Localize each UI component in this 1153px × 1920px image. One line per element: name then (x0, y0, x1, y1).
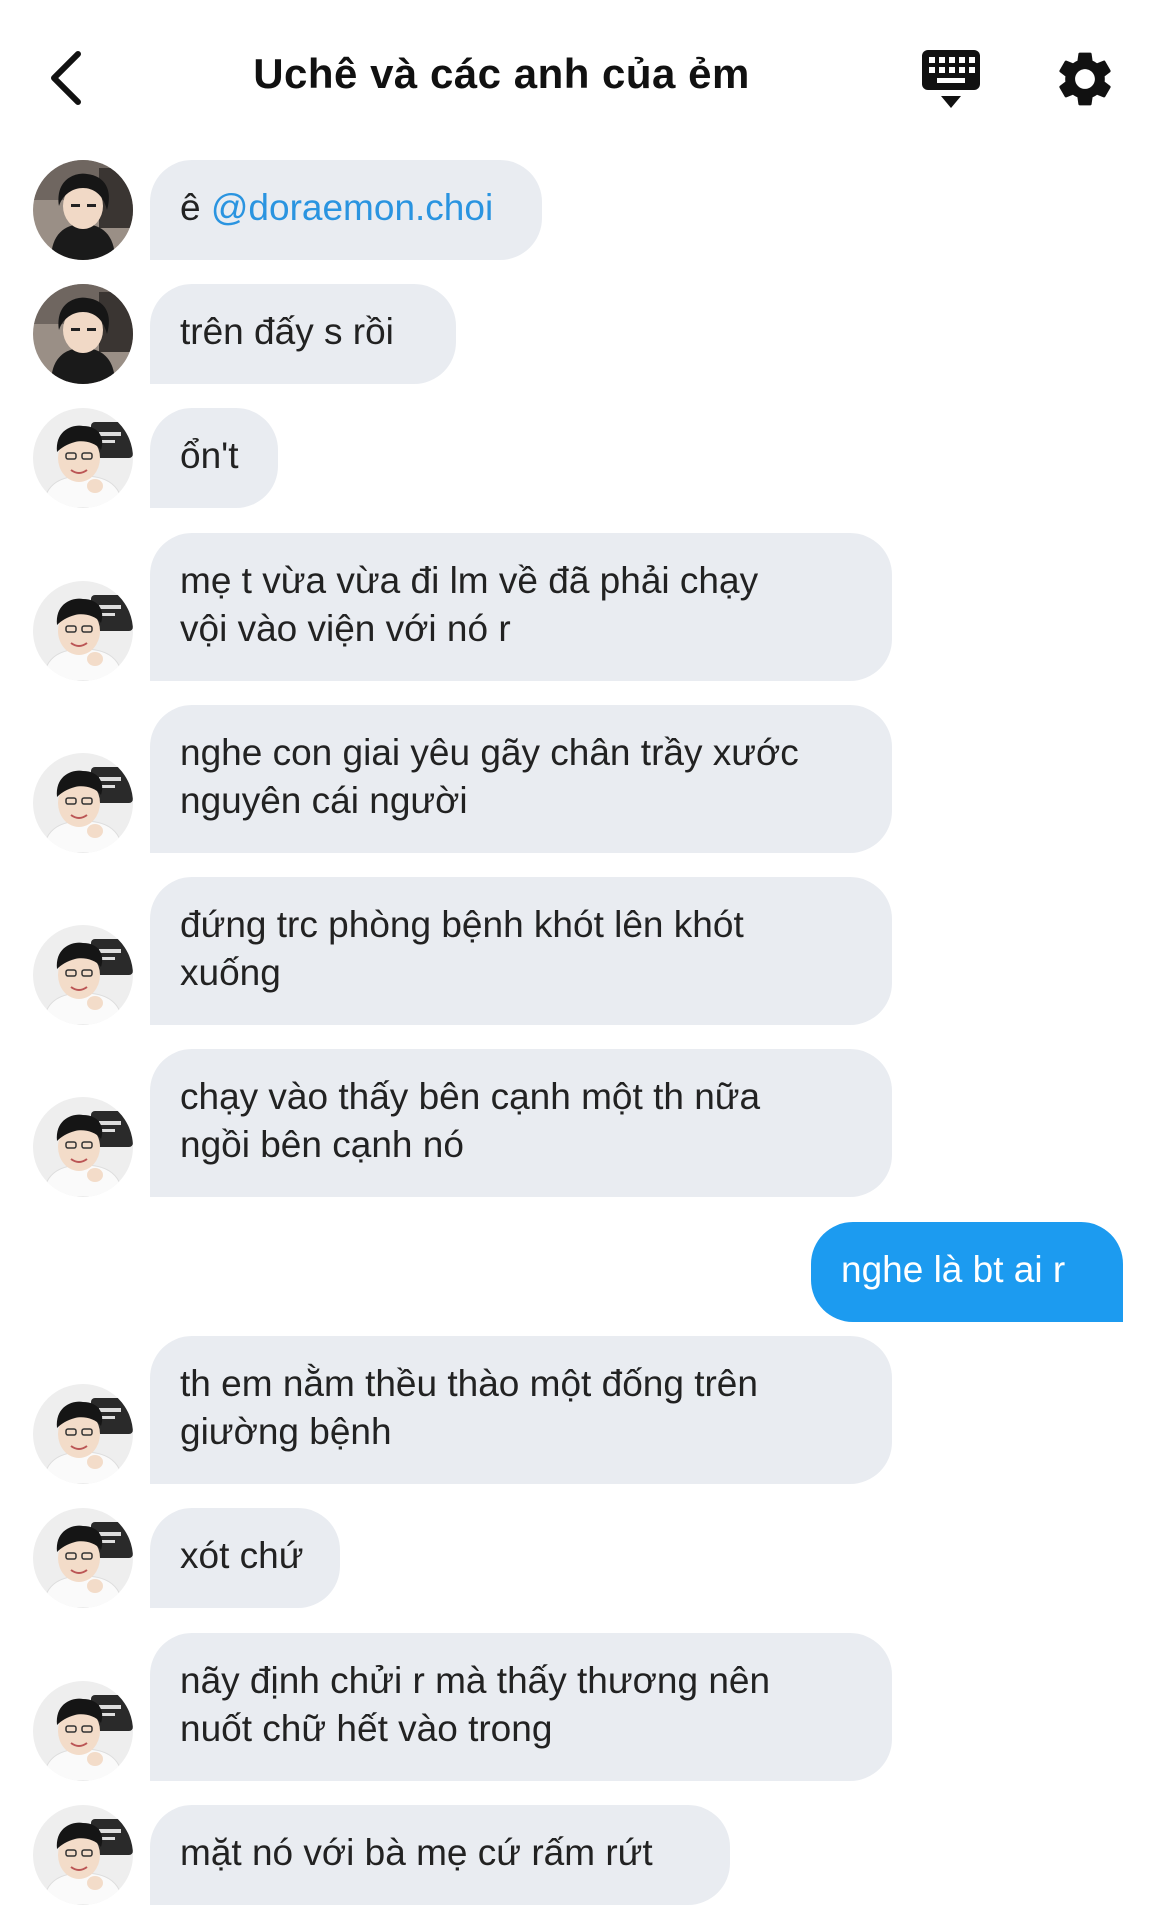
chevron-left-icon (51, 51, 81, 105)
message-bubble[interactable]: nãy định chửi r mà thấy thương nên nuốt … (150, 1633, 892, 1781)
message-text: đứng trc phòng bệnh khót lên khót xuống (180, 904, 744, 993)
message-text: xót chứ (180, 1535, 304, 1576)
avatar[interactable] (33, 925, 133, 1025)
message-text: nghe là bt ai r (841, 1249, 1066, 1290)
message-bubble[interactable]: th em nằm thều thào một đống trên giường… (150, 1336, 892, 1484)
message-bubble[interactable]: chạy vào thấy bên cạnh một th nữa ngồi b… (150, 1049, 892, 1197)
settings-button[interactable] (1052, 46, 1118, 112)
message-bubble[interactable]: trên đấy s rồi (150, 284, 456, 384)
avatar[interactable] (33, 1805, 133, 1905)
message-text: nãy định chửi r mà thấy thương nên nuốt … (180, 1660, 771, 1749)
avatar[interactable] (33, 581, 133, 681)
avatar[interactable] (33, 408, 133, 508)
message-text: chạy vào thấy bên cạnh một th nữa ngồi b… (180, 1076, 761, 1165)
keyboard-icon (922, 50, 980, 108)
message-text: nghe con giai yêu gãy chân trầy xước ngu… (180, 732, 799, 821)
message-bubble[interactable]: mặt nó với bà mẹ cứ rấm rứt (150, 1805, 730, 1905)
back-button[interactable] (36, 42, 96, 114)
avatar[interactable] (33, 160, 133, 260)
message-bubble[interactable]: mẹ t vừa vừa đi lm về đã phải chạy vội v… (150, 533, 892, 681)
message-text: trên đấy s rồi (180, 311, 394, 352)
avatar[interactable] (33, 1508, 133, 1608)
message-bubble[interactable]: nghe con giai yêu gãy chân trầy xước ngu… (150, 705, 892, 853)
mention-link[interactable]: @doraemon.choi (211, 187, 493, 228)
avatar[interactable] (33, 284, 133, 384)
avatar[interactable] (33, 753, 133, 853)
chat-header: Uchê và các anh của ẻm (0, 0, 1153, 150)
message-bubble[interactable]: đứng trc phòng bệnh khót lên khót xuống (150, 877, 892, 1025)
message-bubble[interactable]: nghe là bt ai r (811, 1222, 1123, 1322)
avatar[interactable] (33, 1097, 133, 1197)
avatar[interactable] (33, 1681, 133, 1781)
message-text: mặt nó với bà mẹ cứ rấm rứt (180, 1832, 653, 1873)
gear-icon (1059, 52, 1111, 106)
message-text: mẹ t vừa vừa đi lm về đã phải chạy vội v… (180, 560, 759, 649)
chat-title: Uchê và các anh của ẻm (253, 50, 750, 97)
message-bubble[interactable]: ổn't (150, 408, 278, 508)
message-bubble[interactable]: xót chứ (150, 1508, 340, 1608)
avatar[interactable] (33, 1384, 133, 1484)
message-bubble[interactable]: ê @doraemon.choi (150, 160, 542, 260)
keyboard-button[interactable] (918, 46, 984, 112)
message-text: th em nằm thều thào một đống trên giường… (180, 1363, 758, 1452)
message-text: ê (180, 187, 211, 228)
message-text: ổn't (180, 435, 239, 476)
